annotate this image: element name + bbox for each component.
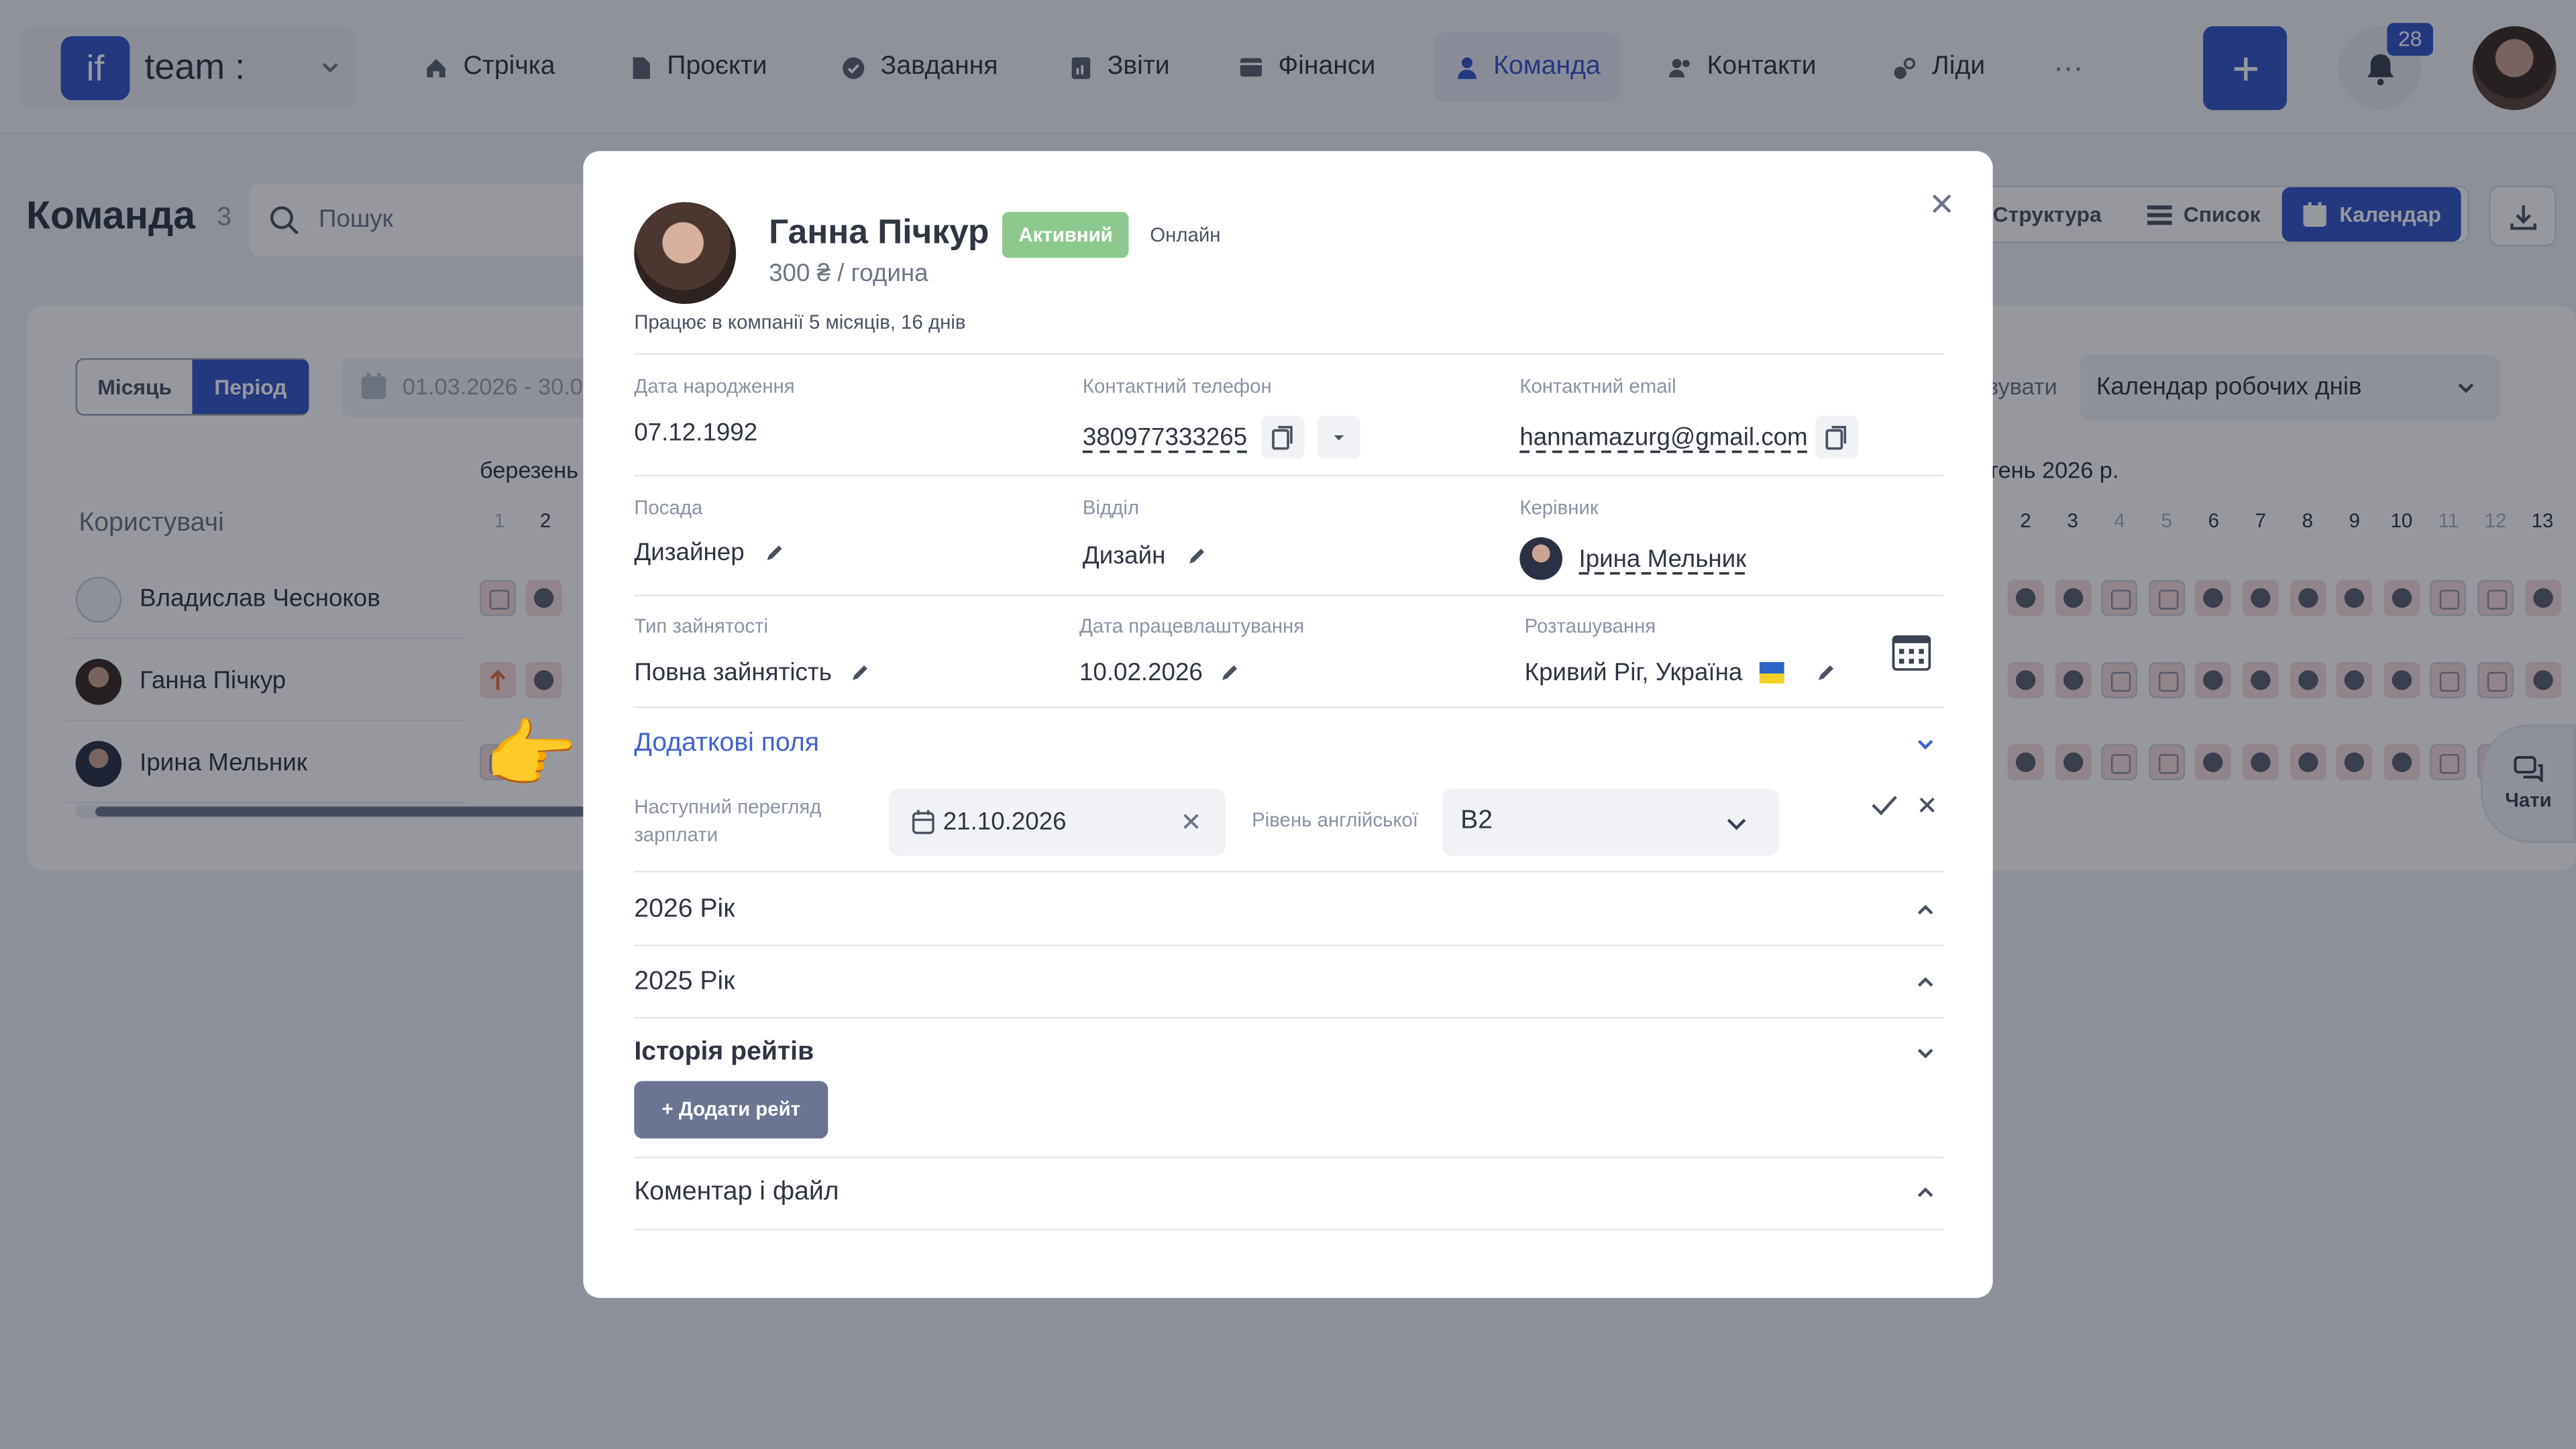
copy-icon <box>1272 425 1293 449</box>
calendar-icon <box>912 810 934 835</box>
copy-email-button[interactable] <box>1815 415 1858 459</box>
birth-date-value: 07.12.1992 <box>634 419 758 447</box>
divider <box>634 870 1944 873</box>
extra-fields-toggle[interactable]: Додаткові поля <box>634 729 819 759</box>
divider <box>634 353 1944 355</box>
location-label: Розташування <box>1524 614 1656 638</box>
english-level-value: B2 <box>1460 806 1493 835</box>
salary-review-date-input[interactable]: 21.10.2026 <box>888 788 1226 856</box>
divider <box>634 945 1944 947</box>
phone-label: Контактний телефон <box>1082 374 1272 398</box>
edit-pencil-icon[interactable] <box>1815 662 1837 684</box>
year-2025-section-toggle[interactable]: 2025 Рік <box>634 967 735 997</box>
email-label: Контактний email <box>1519 374 1676 398</box>
tenure-text: Працює в компанії 5 місяців, 16 днів <box>634 310 966 334</box>
chevron-up-icon[interactable] <box>1914 899 1937 922</box>
hire-date-label: Дата працевлаштування <box>1079 614 1305 638</box>
pointing-hand-icon: 👈 <box>486 711 581 797</box>
location-value: Кривий Ріг, Україна <box>1524 659 1743 687</box>
phone-value[interactable]: 380977333265 <box>1083 424 1247 452</box>
position-label: Посада <box>634 496 703 519</box>
salary-review-label: Наступний перегляд зарплати <box>634 795 822 847</box>
confirm-check-icon[interactable] <box>1870 794 1898 816</box>
comment-files-section-toggle[interactable]: Коментар і файл <box>634 1178 839 1208</box>
app-stage: if team : Стрічка Проєкти Завдання Звіти… <box>0 0 2576 1449</box>
divider <box>634 1016 1944 1019</box>
divider <box>634 594 1944 596</box>
work-calendar-icon[interactable] <box>1891 631 1932 672</box>
english-level-label: Рівень англійської <box>1252 808 1419 832</box>
chevron-up-icon[interactable] <box>1914 1181 1937 1204</box>
chevron-down-icon[interactable] <box>1914 1042 1937 1065</box>
close-icon[interactable] <box>1929 191 1955 217</box>
hire-date-value: 10.02.2026 <box>1079 659 1203 687</box>
employment-type-label: Тип зайнятості <box>634 614 769 638</box>
edit-pencil-icon[interactable] <box>849 662 871 684</box>
edit-pencil-icon[interactable] <box>1186 545 1208 567</box>
chevron-down-icon[interactable] <box>1914 733 1937 755</box>
copy-phone-button[interactable] <box>1261 415 1305 459</box>
status-badge[interactable]: Активний <box>1002 211 1130 258</box>
add-rate-button[interactable]: + Додати рейт <box>634 1081 828 1139</box>
position-value: Дизайнер <box>634 539 745 567</box>
divider <box>634 1157 1944 1159</box>
divider <box>634 474 1944 477</box>
edit-pencil-icon[interactable] <box>764 542 786 564</box>
divider <box>634 706 1944 708</box>
phone-dropdown-button[interactable] <box>1318 415 1360 459</box>
clear-icon[interactable] <box>1181 812 1201 831</box>
ukraine-flag-icon <box>1759 661 1784 684</box>
manager-label: Керівник <box>1519 496 1599 519</box>
rates-history-section-toggle[interactable]: Історія рейтів <box>634 1038 814 1068</box>
year-2026-section-toggle[interactable]: 2026 Рік <box>634 896 735 925</box>
salary-review-date-value: 21.10.2026 <box>943 808 1067 837</box>
edit-pencil-icon[interactable] <box>1219 662 1240 684</box>
employee-avatar <box>634 202 737 305</box>
manager-avatar <box>1519 537 1562 580</box>
department-label: Відділ <box>1082 496 1139 519</box>
hourly-rate: 300 ₴ / година <box>769 259 928 288</box>
manager-value[interactable]: Ірина Мельник <box>1578 545 1746 574</box>
chevron-down-icon <box>1727 818 1746 830</box>
chevron-up-icon[interactable] <box>1914 971 1937 994</box>
employment-type-value: Повна зайнятість <box>634 659 832 687</box>
copy-icon <box>1825 425 1847 449</box>
caret-down-icon <box>1334 435 1344 441</box>
department-value: Дизайн <box>1082 542 1166 570</box>
presence-status: Онлайн <box>1150 223 1221 247</box>
english-level-select[interactable]: B2 <box>1442 788 1780 856</box>
employee-profile-modal: Ганна Пічкур Активний Онлайн 300 ₴ / год… <box>583 151 1993 1298</box>
divider <box>634 1228 1944 1231</box>
birth-date-label: Дата народження <box>634 374 795 398</box>
email-value[interactable]: hannamazurg@gmail.com <box>1519 424 1807 452</box>
employee-name: Ганна Пічкур <box>769 213 989 252</box>
cancel-x-icon[interactable] <box>1917 795 1937 814</box>
